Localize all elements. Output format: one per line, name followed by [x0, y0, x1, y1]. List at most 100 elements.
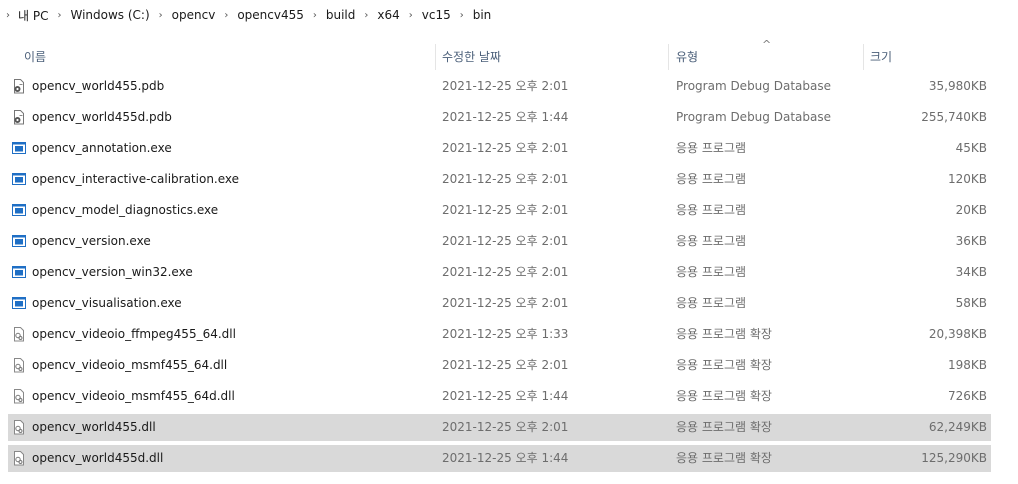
- file-type: 응용 프로그램 확장: [676, 420, 772, 434]
- breadcrumb: › 내 PC › Windows (C:) › opencv › opencv455 › buil…: [0, 0, 1018, 30]
- file-name: opencv_annotation.exe: [32, 141, 172, 155]
- file-date: 2021-12-25 오후 2:01: [442, 265, 569, 279]
- file-name: opencv_world455.pdb: [32, 79, 165, 93]
- file-date: 2021-12-25 오후 2:01: [442, 141, 569, 155]
- sort-ascending-icon: ^: [762, 38, 772, 51]
- column-header-name[interactable]: 이름: [18, 44, 434, 70]
- file-size: 36KB: [955, 234, 987, 248]
- file-size: 198KB: [947, 358, 987, 372]
- exe-file-icon: [12, 172, 26, 187]
- file-type: 응용 프로그램: [676, 265, 747, 279]
- file-type: Program Debug Database: [676, 79, 831, 93]
- file-type: 응용 프로그램 확장: [676, 451, 772, 465]
- file-size: 45KB: [955, 141, 987, 155]
- breadcrumb-item[interactable]: vc15: [422, 8, 451, 22]
- file-date: 2021-12-25 오후 2:01: [442, 296, 569, 310]
- file-size: 255,740KB: [921, 110, 987, 124]
- file-type: 응용 프로그램: [676, 234, 747, 248]
- exe-file-icon: [12, 234, 26, 249]
- file-size: 20KB: [955, 203, 987, 217]
- file-date: 2021-12-25 오후 2:01: [442, 203, 569, 217]
- file-row[interactable]: opencv_videoio_msmf455_64d.dll 2021-12-25…: [8, 383, 991, 410]
- file-size: 20,398KB: [928, 327, 987, 341]
- column-divider[interactable]: [668, 44, 669, 70]
- exe-file-icon: [12, 265, 26, 280]
- file-type: Program Debug Database: [676, 110, 831, 124]
- file-row[interactable]: opencv_visualisation.exe 2021-12-25 오후 2:…: [8, 290, 991, 317]
- file-date: 2021-12-25 오후 2:01: [442, 172, 569, 186]
- file-name: opencv_visualisation.exe: [32, 296, 182, 310]
- file-row[interactable]: opencv_world455.dll 2021-12-25 오후 2:01 응용 …: [8, 414, 991, 441]
- file-date: 2021-12-25 오후 2:01: [442, 79, 569, 93]
- chevron-right-icon[interactable]: ›: [355, 10, 377, 21]
- column-header: 이름 수정한 날짜 유형 ^ 크기: [0, 38, 1018, 70]
- chevron-right-icon[interactable]: ›: [400, 10, 422, 21]
- file-row[interactable]: opencv_version.exe 2021-12-25 오후 2:01 응용 프…: [8, 228, 991, 255]
- file-type: 응용 프로그램: [676, 172, 747, 186]
- chevron-right-icon[interactable]: ›: [451, 10, 473, 21]
- file-name: opencv_videoio_msmf455_64d.dll: [32, 389, 235, 403]
- chevron-right-icon[interactable]: ›: [150, 10, 172, 21]
- file-date: 2021-12-25 오후 2:01: [442, 420, 569, 434]
- chevron-right-icon[interactable]: ›: [304, 10, 326, 21]
- file-date: 2021-12-25 오후 2:01: [442, 358, 569, 372]
- chevron-right-icon[interactable]: ›: [4, 10, 18, 21]
- file-size: 34KB: [955, 265, 987, 279]
- file-date: 2021-12-25 오후 2:01: [442, 234, 569, 248]
- file-date: 2021-12-25 오후 1:33: [442, 327, 569, 341]
- breadcrumb-item[interactable]: opencv: [172, 8, 216, 22]
- file-name: opencv_interactive-calibration.exe: [32, 172, 240, 186]
- file-size: 120KB: [947, 172, 987, 186]
- breadcrumb-item[interactable]: bin: [473, 8, 492, 22]
- file-row[interactable]: opencv_world455d.dll 2021-12-25 오후 1:44 응용…: [8, 445, 991, 472]
- file-type: 응용 프로그램: [676, 296, 747, 310]
- file-row[interactable]: opencv_annotation.exe 2021-12-25 오후 2:01 응…: [8, 135, 991, 162]
- file-size: 62,249KB: [928, 420, 987, 434]
- file-row[interactable]: opencv_videoio_msmf455_64.dll 2021-12-25 …: [8, 352, 991, 379]
- dll-file-icon: [12, 420, 26, 435]
- dll-file-icon: [12, 327, 26, 342]
- file-row[interactable]: opencv_model_diagnostics.exe 2021-12-25 오…: [8, 197, 991, 224]
- column-header-size[interactable]: 크기: [864, 44, 1014, 70]
- dll-file-icon: [12, 451, 26, 466]
- file-type: 응용 프로그램: [676, 141, 747, 155]
- file-date: 2021-12-25 오후 1:44: [442, 110, 569, 124]
- breadcrumb-item[interactable]: 내 PC: [18, 7, 48, 24]
- file-size: 726KB: [947, 389, 987, 403]
- dll-file-icon: [12, 389, 26, 404]
- file-type: 응용 프로그램 확장: [676, 358, 772, 372]
- file-row[interactable]: opencv_version_win32.exe 2021-12-25 오후 2:…: [8, 259, 991, 286]
- file-name: opencv_world455.dll: [32, 420, 156, 434]
- pdb-file-icon: [12, 110, 26, 125]
- file-type: 응용 프로그램 확장: [676, 389, 772, 403]
- column-header-date[interactable]: 수정한 날짜: [436, 44, 668, 70]
- file-date: 2021-12-25 오후 1:44: [442, 451, 569, 465]
- dll-file-icon: [12, 358, 26, 373]
- breadcrumb-item[interactable]: Windows (C:): [70, 8, 149, 22]
- exe-file-icon: [12, 141, 26, 156]
- file-date: 2021-12-25 오후 1:44: [442, 389, 569, 403]
- exe-file-icon: [12, 296, 26, 311]
- file-row[interactable]: opencv_videoio_ffmpeg455_64.dll 2021-12-2…: [8, 321, 991, 348]
- chevron-right-icon[interactable]: ›: [215, 10, 237, 21]
- file-size: 58KB: [955, 296, 987, 310]
- file-name: opencv_videoio_ffmpeg455_64.dll: [32, 327, 236, 341]
- chevron-right-icon[interactable]: ›: [48, 10, 70, 21]
- file-row[interactable]: opencv_world455d.pdb 2021-12-25 오후 1:44 Pr…: [8, 104, 991, 131]
- file-name: opencv_version.exe: [32, 234, 151, 248]
- file-type: 응용 프로그램: [676, 203, 747, 217]
- file-name: opencv_version_win32.exe: [32, 265, 193, 279]
- exe-file-icon: [12, 203, 26, 218]
- file-name: opencv_world455d.pdb: [32, 110, 172, 124]
- file-name: opencv_world455d.dll: [32, 451, 164, 465]
- file-row[interactable]: opencv_interactive-calibration.exe 2021-1…: [8, 166, 991, 193]
- file-size: 125,290KB: [921, 451, 987, 465]
- file-row[interactable]: opencv_world455.pdb 2021-12-25 오후 2:01 Pro…: [8, 73, 991, 100]
- file-name: opencv_model_diagnostics.exe: [32, 203, 219, 217]
- file-name: opencv_videoio_msmf455_64.dll: [32, 358, 228, 372]
- breadcrumb-item[interactable]: x64: [377, 8, 399, 22]
- breadcrumb-item[interactable]: build: [326, 8, 356, 22]
- file-size: 35,980KB: [928, 79, 987, 93]
- file-type: 응용 프로그램 확장: [676, 327, 772, 341]
- breadcrumb-item[interactable]: opencv455: [237, 8, 304, 22]
